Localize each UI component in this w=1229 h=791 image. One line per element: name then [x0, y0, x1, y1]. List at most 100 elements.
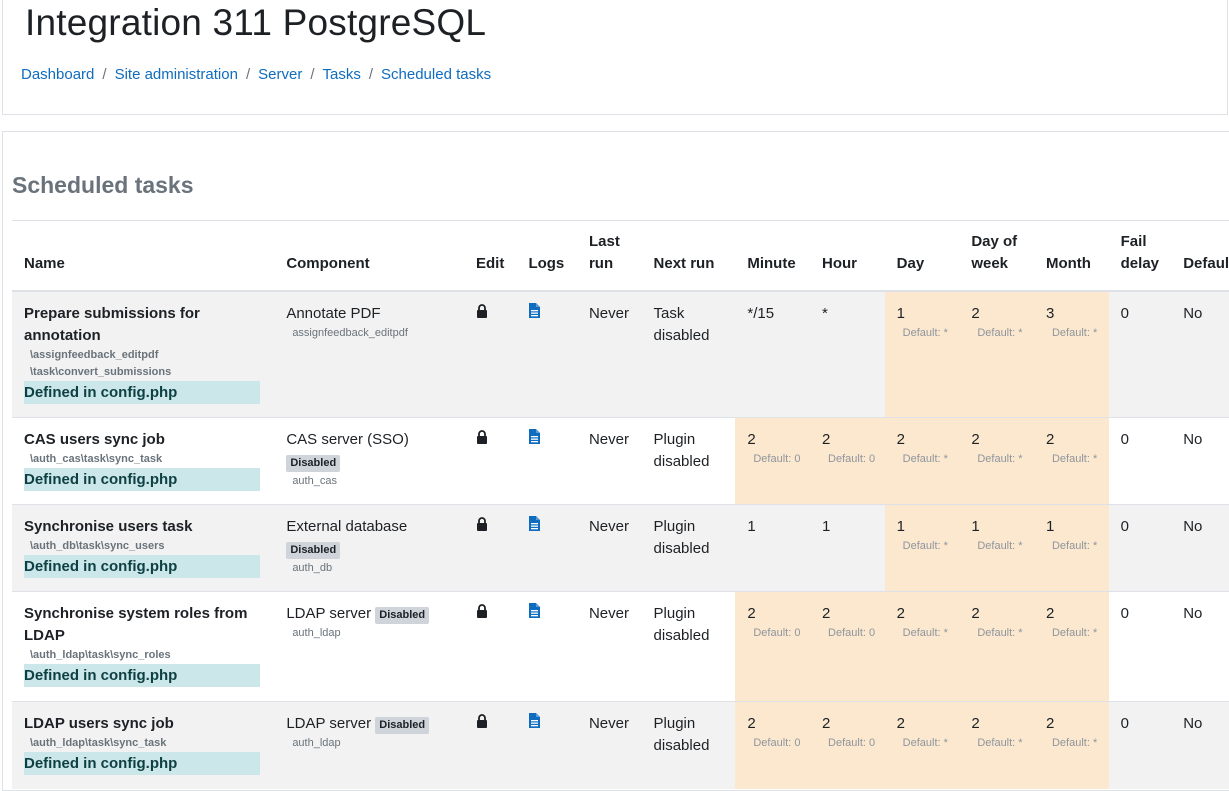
- next-run: Plugin disabled: [641, 701, 736, 789]
- component-name: External database: [286, 518, 408, 535]
- schedule-value: 2: [971, 431, 980, 448]
- component-cell: LDAP server Disabled auth_ldap: [274, 591, 464, 702]
- breadcrumb-site-administration[interactable]: Site administration: [115, 66, 238, 83]
- schedule-value: 2: [747, 431, 756, 448]
- edit-cell: [463, 591, 517, 702]
- component-id: auth_cas: [292, 475, 337, 487]
- lock-icon: [476, 603, 488, 625]
- column-header: Day of week: [959, 220, 1034, 292]
- schedule-month: 1 Default: *: [1033, 504, 1109, 592]
- breadcrumb-scheduled-tasks[interactable]: Scheduled tasks: [381, 66, 491, 83]
- schedule-default: Default: 0: [828, 737, 876, 749]
- default-flag: No: [1171, 591, 1229, 702]
- task-name-cell: Synchronise users task \auth_db\task\sync…: [12, 504, 275, 592]
- schedule-default: Default: 0: [753, 627, 801, 639]
- schedule-dow: 2 Default: *: [959, 701, 1034, 789]
- column-header: Name: [12, 220, 275, 292]
- task-classname: \task\convert_submissions: [30, 365, 172, 378]
- schedule-value: 2: [747, 605, 756, 622]
- log-file-icon[interactable]: [528, 302, 541, 325]
- schedule-value: 1: [822, 518, 831, 535]
- logs-cell: [516, 417, 577, 505]
- task-name-cell: Synchronise system roles from LDAP \auth_…: [12, 591, 275, 702]
- breadcrumb-tasks[interactable]: Tasks: [323, 66, 361, 83]
- schedule-hour: 2 Default: 0: [810, 701, 885, 789]
- breadcrumb-server[interactable]: Server: [258, 66, 302, 83]
- schedule-month: 3 Default: *: [1033, 290, 1109, 418]
- schedule-default: Default: *: [902, 453, 948, 465]
- schedule-hour: 2 Default: 0: [810, 591, 885, 702]
- task-name-cell: CAS users sync job \auth_cas\task\sync_ta…: [12, 417, 275, 505]
- defined-in-config: Defined in config.php: [24, 468, 260, 491]
- lock-icon: [476, 516, 488, 538]
- column-header: Logs: [516, 220, 577, 292]
- breadcrumb-separator: /: [310, 66, 315, 83]
- schedule-value: 1: [896, 518, 906, 535]
- breadcrumb-dashboard[interactable]: Dashboard: [21, 66, 94, 83]
- schedule-default: Default: *: [902, 737, 948, 749]
- schedule-default: Default: *: [977, 540, 1023, 552]
- next-run: Plugin disabled: [641, 417, 736, 505]
- default-flag: No: [1171, 290, 1229, 418]
- column-header: Month: [1033, 220, 1109, 292]
- column-header: Day: [884, 220, 960, 292]
- component-name: LDAP server: [286, 605, 372, 622]
- task-row: LDAP users sync job \auth_ldap\task\sync_…: [12, 701, 1229, 789]
- column-header: Component: [274, 220, 464, 292]
- log-file-icon[interactable]: [528, 713, 541, 735]
- schedule-value: 2: [971, 605, 980, 622]
- log-file-icon[interactable]: [528, 603, 541, 625]
- breadcrumb-separator: /: [368, 66, 374, 83]
- column-header: Default: [1171, 220, 1229, 292]
- task-name-cell: Prepare submissions for annotation \assig…: [12, 290, 275, 418]
- next-run: Task disabled: [641, 290, 736, 418]
- log-file-icon[interactable]: [528, 429, 541, 451]
- schedule-month: 2 Default: *: [1033, 701, 1109, 789]
- schedule-minute: 2 Default: 0: [735, 417, 811, 505]
- default-flag: No: [1171, 417, 1229, 505]
- component-id: auth_ldap: [292, 737, 341, 749]
- breadcrumb: Dashboard / Site administration / Server…: [21, 66, 491, 83]
- schedule-day: 2 Default: *: [884, 417, 960, 505]
- schedule-default: Default: *: [902, 540, 948, 552]
- column-header: Edit: [463, 220, 517, 292]
- schedule-default: Default: 0: [753, 453, 801, 465]
- component-id: assignfeedback_editpdf: [292, 326, 408, 339]
- schedule-minute: */15: [735, 290, 811, 418]
- breadcrumb-separator: /: [102, 66, 107, 83]
- log-file-icon[interactable]: [528, 516, 541, 538]
- schedule-default: Default: *: [1051, 453, 1098, 465]
- edit-cell: [463, 417, 517, 505]
- defined-in-config: Defined in config.php: [24, 752, 260, 775]
- schedule-value: 2: [896, 605, 906, 622]
- schedule-default: Default: *: [1051, 627, 1098, 639]
- edit-cell: [463, 504, 517, 592]
- last-run: Never: [576, 701, 642, 789]
- fail-delay: 0: [1108, 591, 1172, 702]
- schedule-value: 2: [1045, 715, 1055, 732]
- schedule-value: */15: [747, 304, 775, 322]
- task-classname: \auth_db\task\sync_users: [30, 540, 165, 552]
- column-header: Minute: [735, 220, 811, 292]
- column-header: Fail delay: [1108, 220, 1172, 292]
- page-heading: Scheduled tasks: [12, 172, 194, 198]
- schedule-minute: 2 Default: 0: [735, 591, 811, 702]
- schedule-day: 2 Default: *: [884, 591, 960, 702]
- next-run: Plugin disabled: [641, 591, 736, 702]
- schedule-month: 2 Default: *: [1033, 417, 1109, 505]
- component-id: auth_ldap: [292, 627, 341, 639]
- scheduled-tasks-table: Name Component Edit Logs Last run Next r…: [12, 220, 1229, 789]
- component-name: LDAP server: [286, 715, 372, 732]
- last-run: Never: [576, 290, 642, 418]
- fail-delay: 0: [1108, 504, 1172, 592]
- schedule-hour: 1: [810, 504, 885, 592]
- column-header: Next run: [641, 220, 736, 292]
- task-row: CAS users sync job \auth_cas\task\sync_ta…: [12, 417, 1229, 505]
- component-id: auth_db: [292, 562, 333, 574]
- schedule-default: Default: *: [977, 737, 1023, 749]
- schedule-hour: 2 Default: 0: [810, 417, 885, 505]
- task-name: Synchronise system roles from LDAP: [24, 605, 248, 644]
- task-row: Synchronise users task \auth_db\task\sync…: [12, 504, 1229, 592]
- table-header-row: Name Component Edit Logs Last run Next r…: [12, 220, 1229, 292]
- task-name: Synchronise users task: [24, 518, 193, 535]
